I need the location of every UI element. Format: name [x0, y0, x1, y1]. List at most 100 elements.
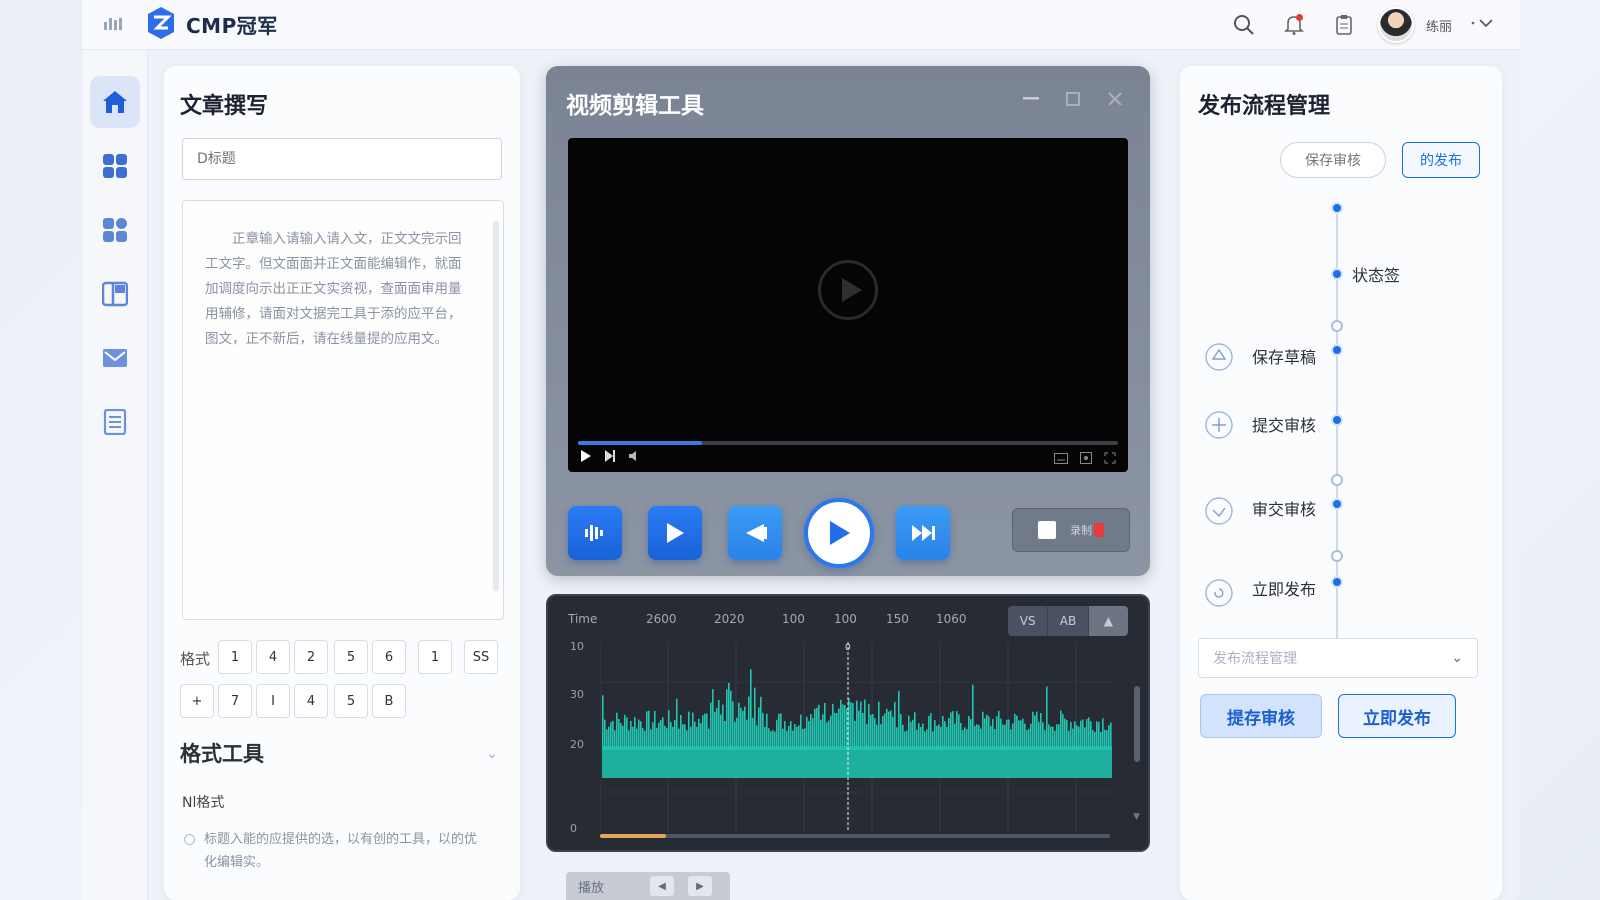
- waveform-bar: [1106, 730, 1108, 750]
- avatar[interactable]: [1377, 7, 1414, 43]
- upload-icon[interactable]: [1204, 342, 1234, 372]
- format-button-0[interactable]: 1: [218, 640, 252, 674]
- play-button[interactable]: [648, 506, 702, 560]
- sidebar-item-layout[interactable]: [90, 268, 140, 320]
- waveform-bar: [624, 714, 626, 750]
- stop-icon[interactable]: [1038, 521, 1056, 539]
- waveform-bar: [952, 711, 954, 750]
- waveform-chart[interactable]: 0: [600, 642, 1116, 832]
- settings-icon[interactable]: [1080, 452, 1092, 464]
- volume-icon[interactable]: [628, 450, 640, 462]
- sidebar-item-documents[interactable]: [90, 396, 140, 448]
- editor-scrollbar[interactable]: [493, 207, 499, 607]
- step-save-draft[interactable]: 保存草稿: [1252, 344, 1316, 368]
- play-icon[interactable]: [580, 450, 592, 462]
- sidebar-item-home[interactable]: [90, 76, 140, 128]
- check-circle-icon[interactable]: [1204, 496, 1234, 526]
- main-play-button[interactable]: [804, 498, 874, 568]
- chevron-down-icon[interactable]: [1470, 17, 1496, 33]
- fast-forward-button[interactable]: [896, 506, 950, 560]
- sidebar-item-dashboard[interactable]: [90, 140, 140, 192]
- arrow-right-icon[interactable]: ▶: [688, 876, 712, 896]
- waveform-bar: [800, 714, 802, 750]
- waveform-bar: [764, 726, 766, 750]
- step-submit-review[interactable]: 提交审核: [1252, 412, 1316, 436]
- format-button-4[interactable]: 6: [372, 640, 406, 674]
- format-button-6[interactable]: SS: [464, 640, 498, 674]
- record-control[interactable]: 录制: [1012, 508, 1130, 552]
- timeline-tool-2[interactable]: ▲: [1088, 606, 1128, 636]
- workflow-select[interactable]: 发布流程管理 ⌄: [1198, 638, 1478, 678]
- format-button-1[interactable]: 4: [256, 640, 290, 674]
- timeline-tool-1[interactable]: AB: [1048, 606, 1089, 636]
- refresh-circle-icon[interactable]: [1204, 578, 1234, 608]
- waveform-bar: [740, 707, 742, 750]
- waveform-bar: [944, 721, 946, 750]
- format-hint[interactable]: 标题入能的应提供的选，以有创的工具，以的优化编辑实。: [182, 828, 482, 874]
- search-icon[interactable]: [1228, 9, 1260, 41]
- waveform-bar: [902, 724, 904, 750]
- format-button-row2-0[interactable]: +: [180, 684, 214, 718]
- plus-circle-icon[interactable]: [1204, 410, 1234, 440]
- maximize-icon[interactable]: [1064, 90, 1082, 108]
- format-tools-title: 格式工具: [180, 742, 264, 766]
- play-overlay-icon[interactable]: [818, 260, 878, 320]
- timeline-scrub-fill: [600, 834, 667, 838]
- format-button-row2-1[interactable]: 7: [218, 684, 252, 718]
- timeline-scrollbar[interactable]: [1134, 686, 1140, 762]
- next-icon[interactable]: [604, 450, 616, 462]
- format-button-row2-4[interactable]: 5: [334, 684, 368, 718]
- format-button-row2-5[interactable]: B: [372, 684, 406, 718]
- chevron-down-icon[interactable]: ⌄: [486, 746, 498, 762]
- save-review-button[interactable]: 保存审核: [1280, 142, 1386, 178]
- title-input[interactable]: [182, 138, 502, 180]
- waveform-bar: [1064, 718, 1066, 750]
- step-review[interactable]: 审交审核: [1252, 496, 1316, 520]
- fullscreen-icon[interactable]: [1104, 452, 1116, 464]
- arrow-left-icon[interactable]: ◀: [650, 876, 674, 896]
- step-publish-now[interactable]: 立即发布: [1252, 576, 1316, 600]
- timeline-tool-0[interactable]: VS: [1008, 606, 1049, 636]
- waveform-bar: [610, 722, 612, 750]
- publish-now-button[interactable]: 立即发布: [1338, 694, 1456, 738]
- format-button-5[interactable]: 1: [418, 640, 452, 674]
- username[interactable]: 练丽: [1426, 16, 1452, 35]
- video-preview[interactable]: [568, 138, 1128, 472]
- record-icon[interactable]: [1094, 523, 1104, 537]
- menu-icon[interactable]: [104, 14, 124, 30]
- format-button-3[interactable]: 5: [334, 640, 368, 674]
- article-body-editor[interactable]: 正章输入请输入请入文，正文文完示回工文字。但文面面并正文面能编辑作，就面加调度向…: [182, 200, 504, 620]
- waveform-bar: [646, 711, 648, 750]
- waveform-bar: [932, 731, 934, 750]
- bottom-tab-play[interactable]: 播放: [566, 877, 650, 896]
- publish-panel: 发布流程管理 保存审核 的发布 状态签 保存草稿 提交审核 审交审核 立即发布 …: [1180, 66, 1502, 900]
- brand-name: CMP冠军: [186, 14, 278, 38]
- waveform-bar: [992, 719, 994, 750]
- clipboard-icon[interactable]: [1328, 9, 1360, 41]
- format-hint-text: 标题入能的应提供的选，以有创的工具，以的优化编辑实。: [204, 832, 478, 870]
- bell-icon[interactable]: [1278, 9, 1310, 41]
- format-button-row2-3[interactable]: 4: [294, 684, 328, 718]
- radio-button[interactable]: [184, 834, 195, 845]
- minimize-icon[interactable]: [1022, 90, 1040, 108]
- format-button-row2-2[interactable]: I: [256, 684, 290, 718]
- timeline-scrubber[interactable]: [600, 834, 1110, 838]
- fast-forward-icon: [912, 525, 935, 541]
- sidebar-item-mail[interactable]: [90, 332, 140, 384]
- scroll-down-icon[interactable]: ▼: [1133, 812, 1140, 822]
- publish-tab-button[interactable]: 的发布: [1402, 142, 1480, 178]
- video-progress-bar[interactable]: [578, 441, 1118, 445]
- format-label: 格式: [180, 650, 211, 668]
- waveform-bar: [692, 712, 694, 750]
- rewind-button[interactable]: [728, 506, 782, 560]
- waveform-bar: [960, 722, 962, 750]
- format-button-2[interactable]: 2: [294, 640, 328, 674]
- waveform-bar: [1078, 726, 1080, 750]
- subtitles-icon[interactable]: [1054, 452, 1068, 464]
- close-icon[interactable]: [1106, 90, 1124, 108]
- sidebar-item-apps[interactable]: [90, 204, 140, 256]
- waveform-bar: [608, 726, 610, 750]
- waveform-bar: [650, 729, 652, 750]
- waveform-button[interactable]: [568, 506, 622, 560]
- save-review-action-button[interactable]: 提存审核: [1200, 694, 1322, 738]
